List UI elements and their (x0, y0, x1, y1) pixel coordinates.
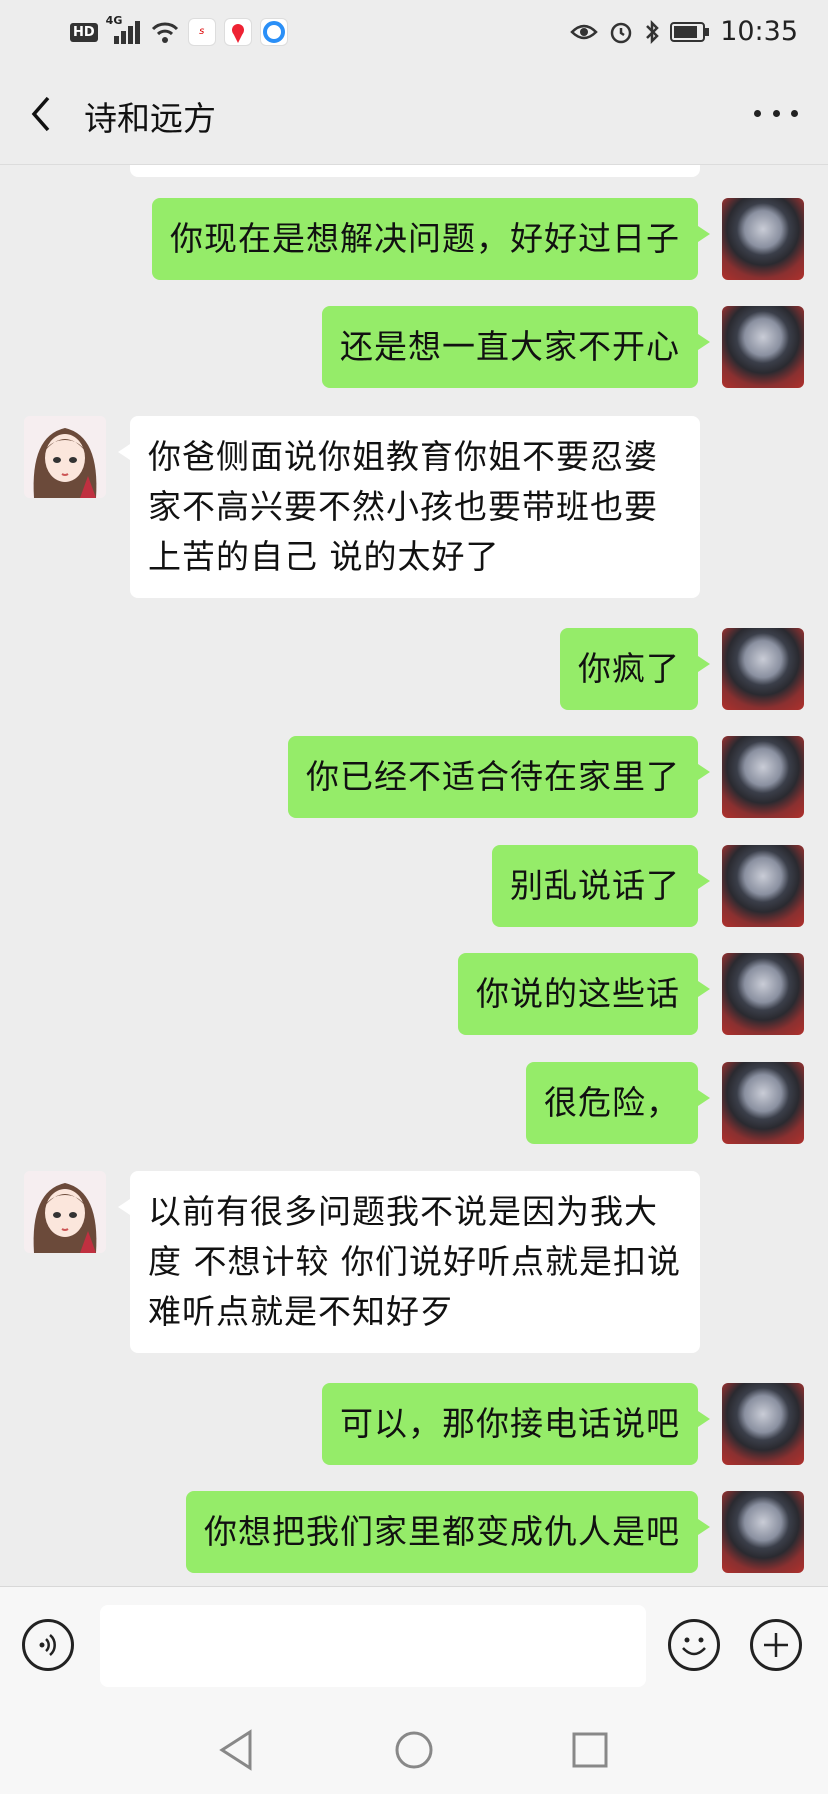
message-sent: 很危险， (0, 1062, 828, 1146)
message-sent: 可以，那你接电话说吧 (0, 1383, 828, 1467)
voice-input-button[interactable] (22, 1619, 74, 1671)
message-bubble[interactable]: 你说的这些话 (458, 953, 710, 1035)
message-sent: 你现在是想解决问题，好好过日子 (0, 198, 828, 282)
message-bubble[interactable]: 别乱说话了 (492, 845, 710, 927)
battery-icon (670, 21, 710, 42)
alarm-icon (610, 22, 632, 43)
message-sent: 别乱说话了 (0, 845, 828, 929)
more-functions-button[interactable] (750, 1619, 802, 1671)
my-avatar[interactable] (722, 953, 804, 1035)
message-bubble[interactable]: 你已经不适合待在家里了 (288, 736, 710, 818)
chat-header: 诗和远方 (0, 66, 828, 165)
smiley-icon (682, 1637, 706, 1656)
map-app-icon (223, 18, 252, 46)
message-received: 你爸侧面说你姐教育你姐不要忍婆家不高兴要不然小孩也要带班也要上苦的自己 说的太好… (0, 416, 828, 606)
message-bubble[interactable]: 你疯了 (560, 628, 710, 710)
message-sent: 你已经不适合待在家里了 (0, 736, 828, 820)
message-sent: 还是想一直大家不开心 (0, 306, 828, 390)
message-bubble[interactable]: 可以，那你接电话说吧 (322, 1383, 710, 1465)
nav-recents-icon[interactable] (572, 1732, 608, 1768)
hd-icon: HD (70, 22, 98, 42)
my-avatar[interactable] (722, 1062, 804, 1144)
message-bubble[interactable]: 很危险， (526, 1062, 710, 1144)
emoji-button[interactable] (668, 1619, 720, 1671)
plus-icon (764, 1633, 788, 1657)
status-bar: HD 4G s 10:35 (0, 0, 828, 66)
cellular-signal-icon: 4G (106, 14, 142, 46)
nav-home-icon[interactable] (394, 1730, 434, 1770)
previous-message-bubble (130, 165, 700, 177)
message-bubble[interactable]: 以前有很多问题我不说是因为我大度 不想计较 你们说好听点就是扣说难听点就是不知好… (118, 1171, 700, 1353)
weibo-app-icon: s (187, 18, 216, 46)
my-avatar[interactable] (722, 628, 804, 710)
message-input[interactable] (100, 1605, 646, 1687)
network-type-label: 4G (105, 14, 123, 27)
message-list: 你现在是想解决问题，好好过日子 还是想一直大家不开心 你爸侧面说你姐教育你姐不要… (0, 165, 828, 1585)
eye-icon (570, 24, 598, 39)
message-sent: 你疯了 (0, 628, 828, 712)
my-avatar[interactable] (722, 198, 804, 280)
my-avatar[interactable] (722, 845, 804, 927)
message-bubble[interactable]: 你爸侧面说你姐教育你姐不要忍婆家不高兴要不然小孩也要带班也要上苦的自己 说的太好… (118, 416, 700, 598)
message-bubble[interactable]: 还是想一直大家不开心 (322, 306, 710, 388)
message-sent: 你说的这些话 (0, 953, 828, 1037)
voice-icon (39, 1634, 56, 1656)
wifi-icon (151, 22, 178, 43)
input-bar (0, 1586, 828, 1707)
my-avatar[interactable] (722, 736, 804, 818)
my-avatar[interactable] (722, 1491, 804, 1573)
nav-back-icon[interactable] (216, 1728, 256, 1772)
my-avatar[interactable] (722, 306, 804, 388)
chat-title: 诗和远方 (84, 99, 216, 138)
system-navigation-bar (0, 1706, 828, 1794)
message-bubble[interactable]: 你现在是想解决问题，好好过日子 (152, 198, 710, 280)
my-avatar[interactable] (722, 1383, 804, 1465)
message-received: 以前有很多问题我不说是因为我大度 不想计较 你们说好听点就是扣说难听点就是不知好… (0, 1171, 828, 1361)
contact-avatar[interactable] (24, 416, 106, 498)
more-options-icon[interactable] (754, 98, 798, 128)
browser-app-icon (259, 18, 288, 46)
back-arrow-icon[interactable] (22, 92, 62, 136)
message-bubble[interactable]: 你想把我们家里都变成仇人是吧 (186, 1491, 710, 1573)
bluetooth-icon (646, 19, 659, 44)
clock-time: 10:35 (720, 16, 798, 47)
message-sent: 你想把我们家里都变成仇人是吧 (0, 1491, 828, 1575)
contact-avatar[interactable] (24, 1171, 106, 1253)
